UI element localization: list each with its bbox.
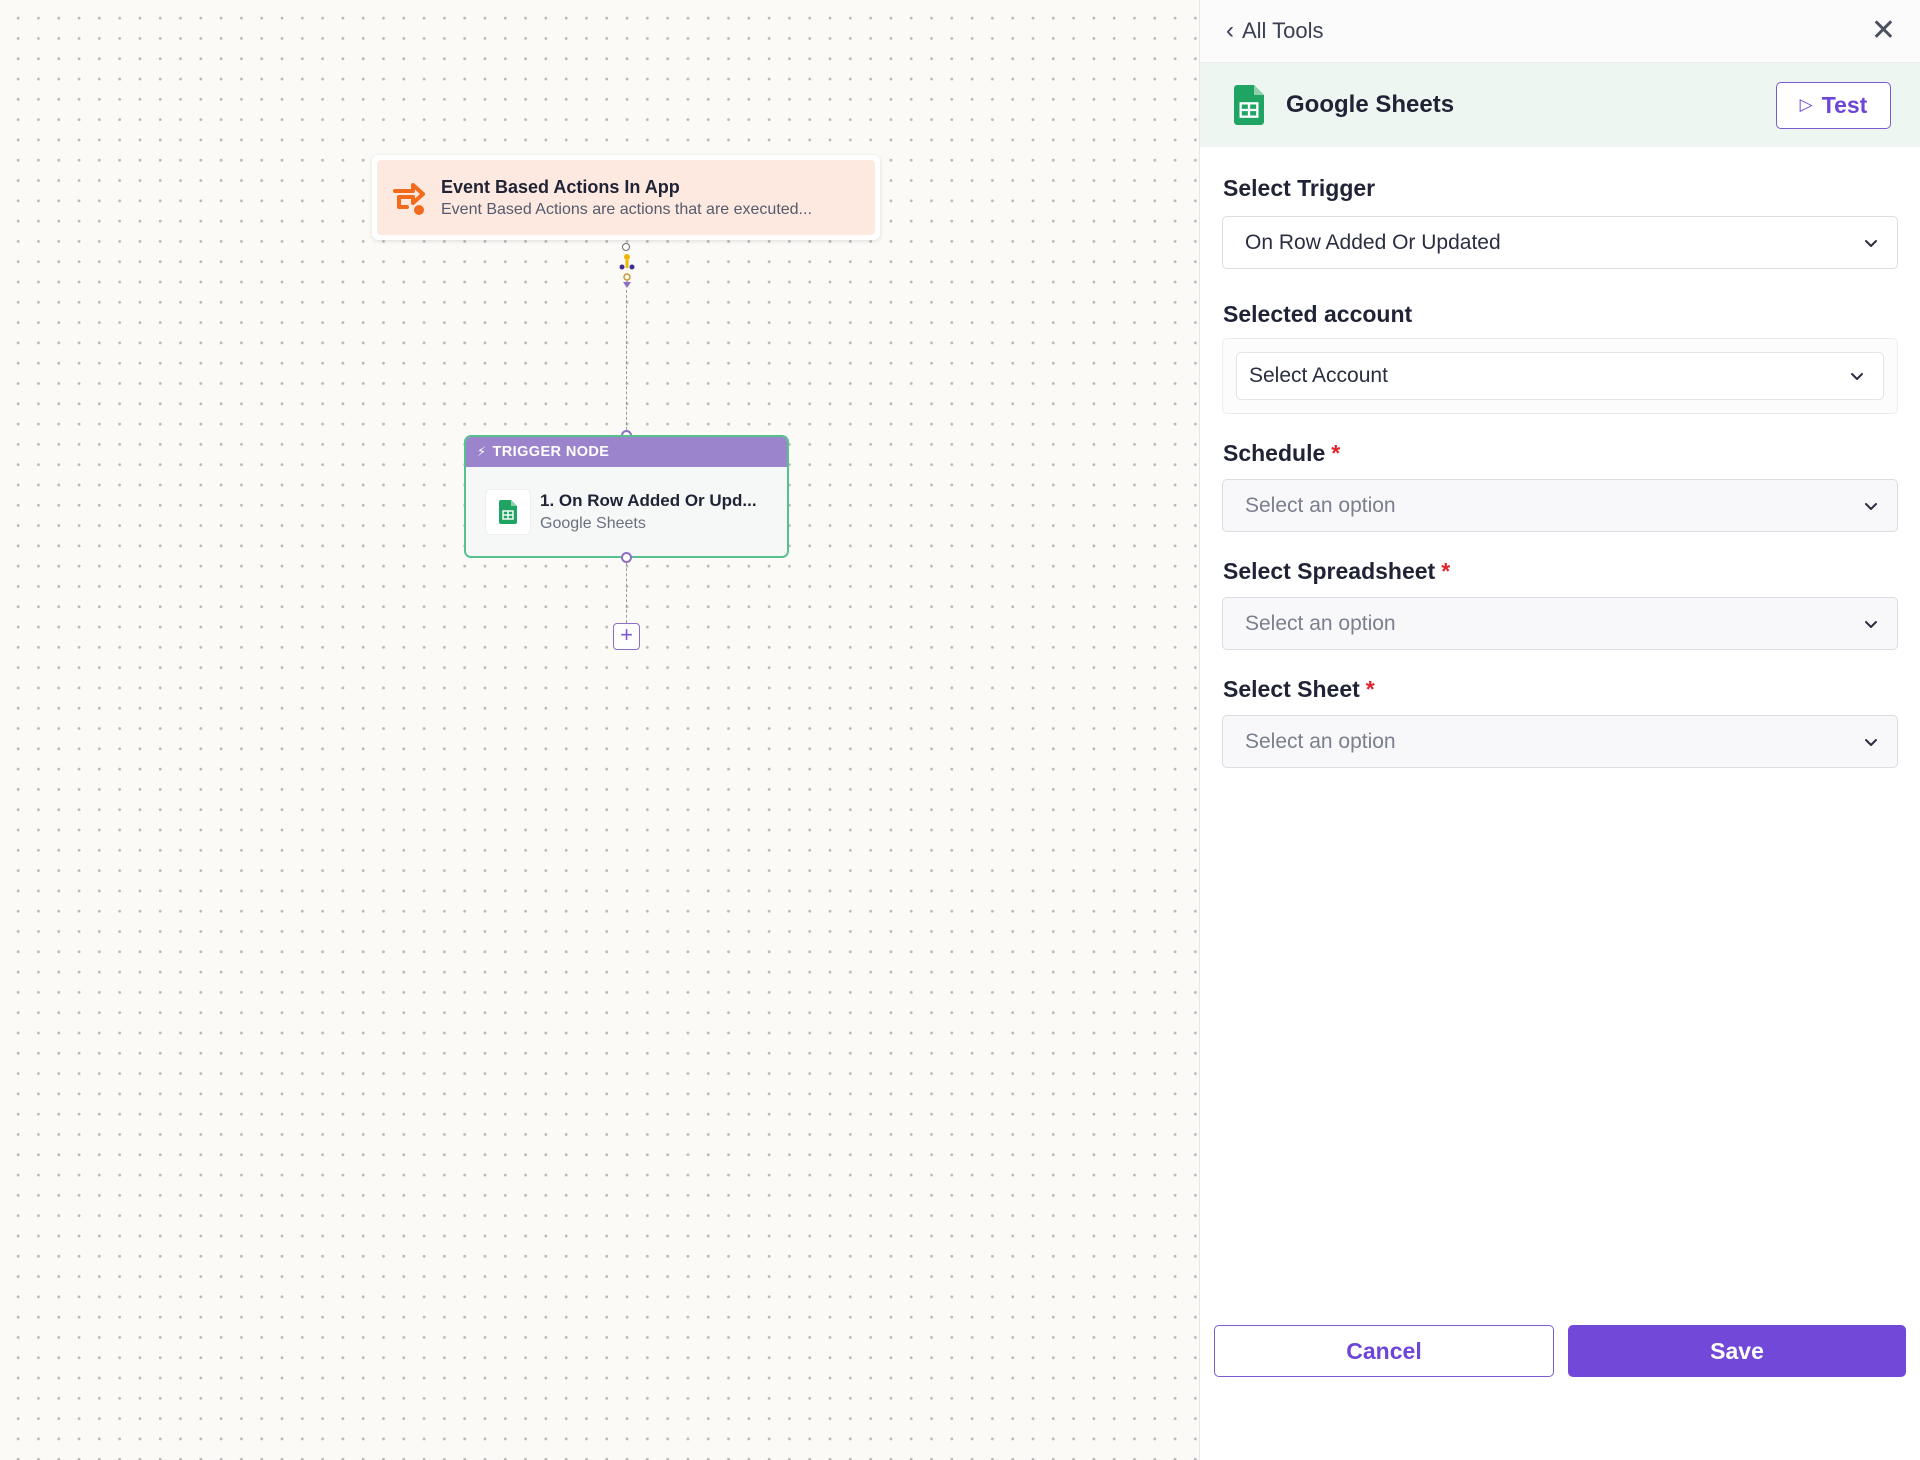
all-tools-back-link[interactable]: ‹ All Tools [1226, 17, 1324, 45]
trigger-node-text: 1. On Row Added Or Upd... Google Sheets [540, 491, 757, 533]
select-spreadsheet-label: Select Spreadsheet * [1223, 558, 1898, 585]
tool-header: Google Sheets ▷ Test [1200, 63, 1920, 147]
trigger-node-title: 1. On Row Added Or Upd... [540, 490, 757, 510]
workflow-canvas[interactable]: Event Based Actions In App Event Based A… [0, 0, 1199, 1460]
schedule-label: Schedule * [1223, 440, 1898, 467]
trigger-node-subtitle: Google Sheets [540, 514, 646, 532]
select-sheet-label: Select Sheet * [1223, 676, 1898, 703]
close-icon[interactable]: ✕ [1871, 16, 1896, 46]
schedule-placeholder: Select an option [1245, 493, 1396, 517]
google-sheets-icon-box [486, 489, 530, 534]
select-sheet-dropdown[interactable]: Select an option [1222, 715, 1898, 768]
test-button[interactable]: ▷ Test [1776, 81, 1891, 129]
add-step-button[interactable]: + [613, 623, 640, 650]
chevron-left-icon: ‹ [1226, 17, 1234, 44]
tool-identity: Google Sheets [1234, 84, 1454, 126]
connector-edge-add [626, 563, 627, 623]
tool-name: Google Sheets [1286, 91, 1455, 118]
event-actions-node[interactable]: Event Based Actions In App Event Based A… [372, 155, 880, 240]
lightning-icon: ⚡ [477, 444, 487, 459]
connector-edge [626, 290, 627, 435]
trigger-node-header-label: TRIGGER NODE [492, 444, 610, 460]
tool-config-panel: ‹ All Tools ✕ Google Sheets ▷ Test Selec… [1199, 0, 1920, 1460]
trigger-node-header: ⚡ TRIGGER NODE [466, 437, 787, 467]
flow-runner-icon [619, 254, 635, 288]
trigger-node-body: 1. On Row Added Or Upd... Google Sheets [466, 467, 787, 556]
google-sheets-icon [499, 499, 517, 524]
event-actions-icon [393, 182, 425, 215]
chevron-down-icon [1865, 620, 1877, 628]
required-marker: * [1441, 558, 1451, 584]
schedule-label-text: Schedule [1223, 440, 1326, 466]
account-selector-box: Select Account [1222, 338, 1898, 414]
event-node-title: Event Based Actions In App [441, 176, 680, 197]
google-sheets-icon [1234, 85, 1264, 125]
select-account-value: Select Account [1249, 364, 1388, 387]
schedule-dropdown[interactable]: Select an option [1222, 479, 1898, 532]
select-spreadsheet-label-text: Select Spreadsheet [1223, 558, 1436, 584]
test-button-label: Test [1821, 91, 1868, 118]
required-marker: * [1331, 440, 1341, 466]
select-trigger-value: On Row Added Or Updated [1245, 230, 1501, 254]
event-actions-node-body: Event Based Actions In App Event Based A… [377, 160, 875, 235]
select-trigger-dropdown[interactable]: On Row Added Or Updated [1222, 216, 1898, 269]
select-sheet-placeholder: Select an option [1245, 729, 1396, 753]
all-tools-label: All Tools [1242, 18, 1324, 43]
event-actions-text: Event Based Actions In App Event Based A… [441, 175, 812, 221]
event-node-output-handle[interactable] [622, 243, 630, 251]
select-spreadsheet-placeholder: Select an option [1245, 611, 1396, 635]
cancel-button[interactable]: Cancel [1214, 1325, 1554, 1377]
chevron-down-icon [1865, 738, 1877, 746]
tool-config-form: Select Trigger On Row Added Or Updated S… [1200, 175, 1920, 768]
required-marker: * [1365, 676, 1375, 702]
select-sheet-label-text: Select Sheet [1223, 676, 1360, 702]
selected-account-label: Selected account [1223, 301, 1898, 328]
select-spreadsheet-dropdown[interactable]: Select an option [1222, 597, 1898, 650]
selected-account-label-text: Selected account [1223, 301, 1413, 327]
select-account-dropdown[interactable]: Select Account [1236, 352, 1884, 400]
trigger-node[interactable]: ⚡ TRIGGER NODE 1. On Row Added Or Upd...… [464, 435, 789, 558]
play-icon: ▷ [1799, 95, 1813, 114]
select-trigger-label: Select Trigger [1223, 175, 1898, 202]
select-trigger-label-text: Select Trigger [1223, 175, 1376, 201]
save-button[interactable]: Save [1568, 1325, 1906, 1377]
panel-footer: Cancel Save [1214, 1325, 1906, 1377]
event-node-description: Event Based Actions are actions that are… [441, 200, 812, 218]
chevron-down-icon [1865, 239, 1877, 247]
panel-top-bar: ‹ All Tools ✕ [1200, 0, 1920, 63]
chevron-down-icon [1851, 373, 1863, 380]
trigger-node-output-handle[interactable] [621, 552, 632, 563]
chevron-down-icon [1865, 502, 1877, 510]
